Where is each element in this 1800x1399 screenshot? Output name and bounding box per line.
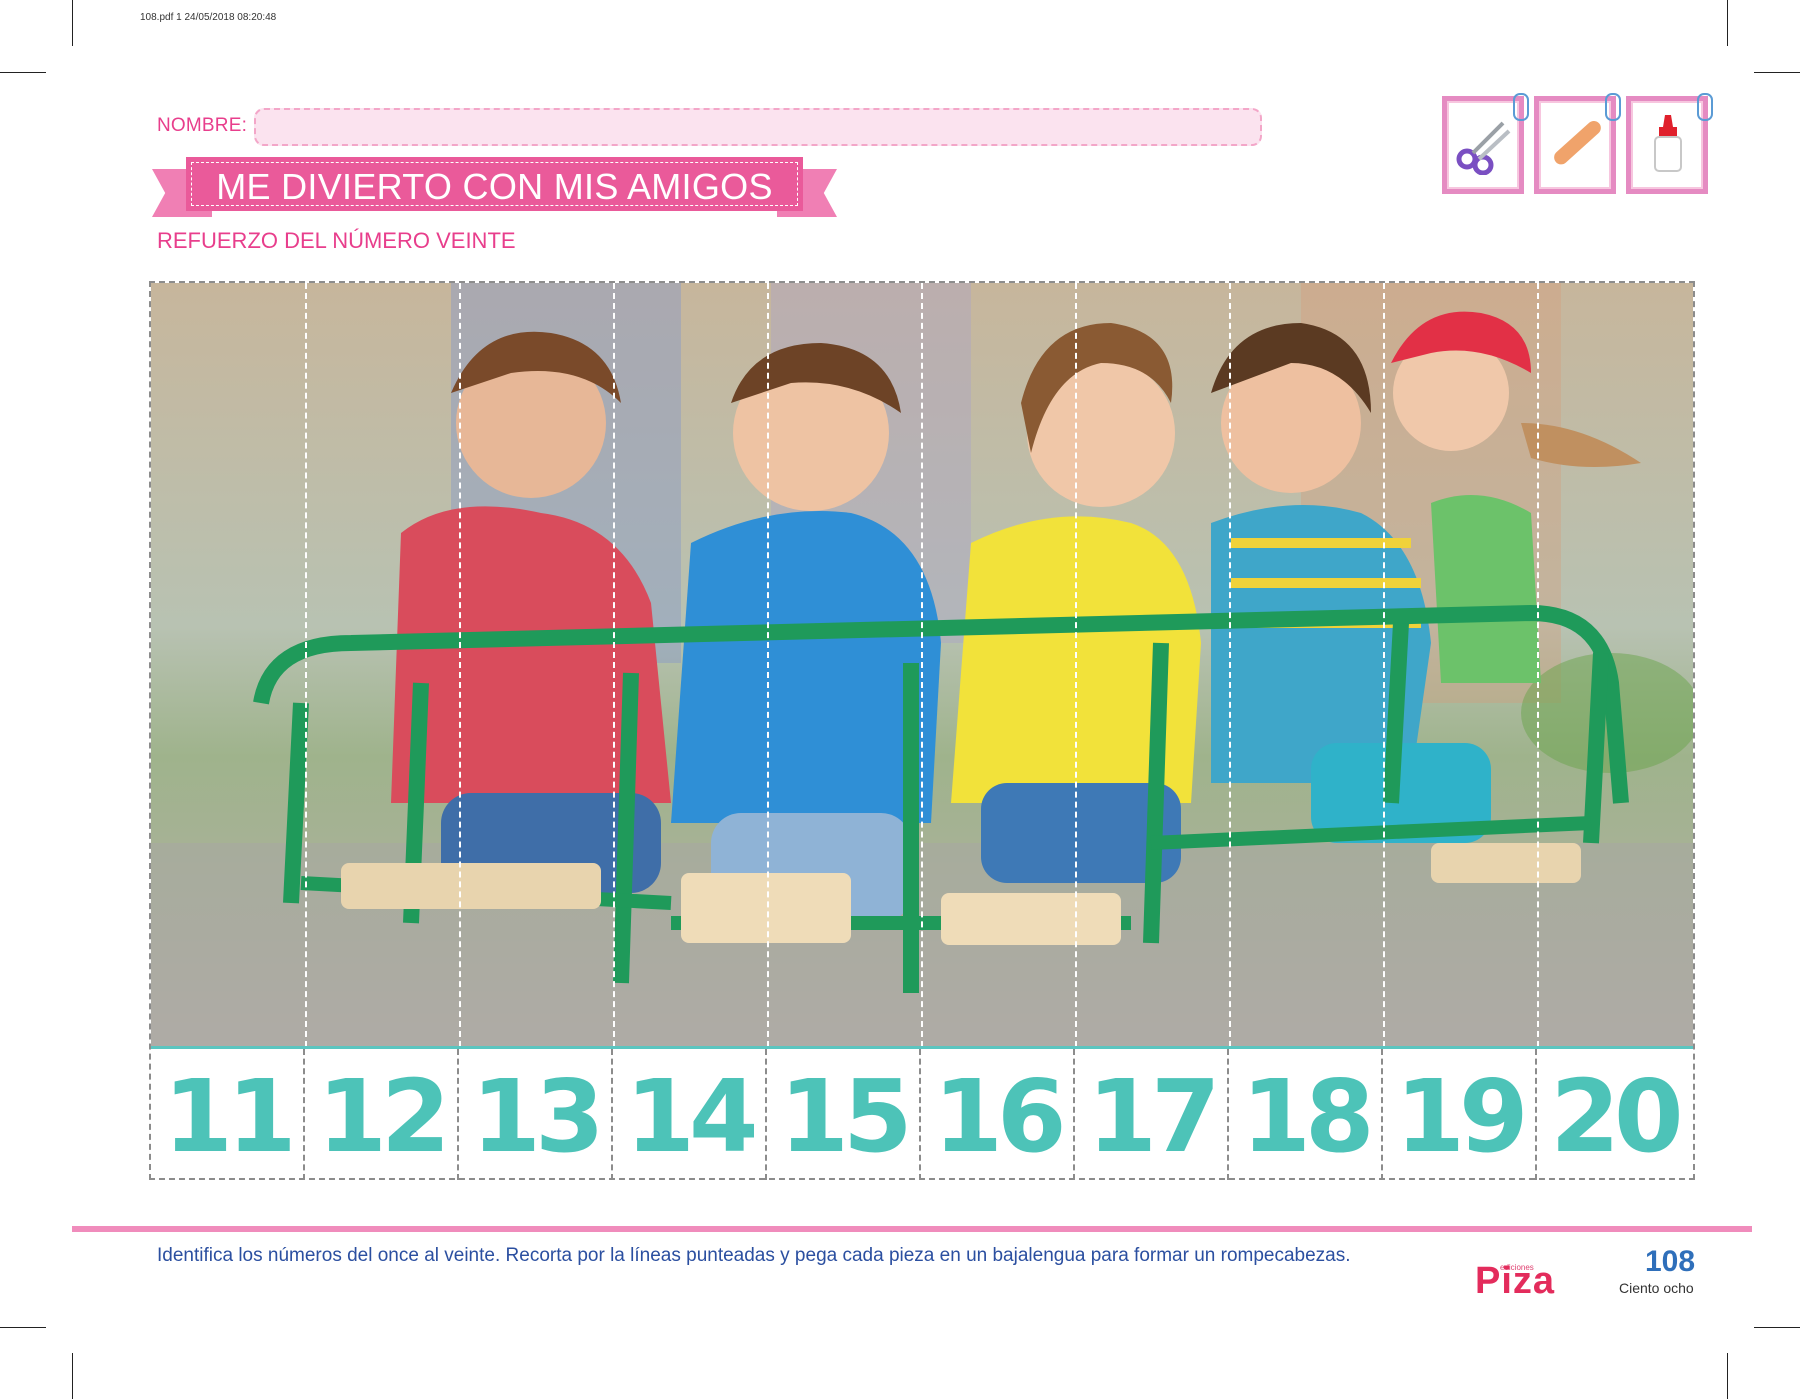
puzzle-piece-number: 20 (1537, 1049, 1691, 1180)
crop-mark (1727, 1353, 1728, 1399)
page-subtitle: REFUERZO DEL NÚMERO VEINTE (157, 228, 516, 253)
ribbon-band: ME DIVIERTO CON MIS AMIGOS (186, 157, 803, 211)
page-number-words: Ciento ocho (1619, 1280, 1694, 1296)
cut-line (1075, 283, 1077, 1047)
number-label: 18 (1241, 1058, 1374, 1175)
publisher-logo: Piza (1475, 1260, 1556, 1302)
puzzle-piece-number: 17 (1075, 1049, 1229, 1180)
number-row: 11 12 13 14 15 16 17 18 19 20 (151, 1049, 1693, 1180)
number-label: 13 (471, 1058, 604, 1175)
cut-line (921, 283, 923, 1047)
tool-card-scissors (1442, 93, 1529, 194)
crop-mark (72, 0, 73, 46)
tool-card-stick (1534, 93, 1621, 194)
tool-card-glue (1626, 93, 1713, 194)
number-label: 15 (779, 1058, 912, 1175)
puzzle-piece-number: 15 (767, 1049, 921, 1180)
puzzle-piece-number: 16 (921, 1049, 1075, 1180)
page-title: ME DIVIERTO CON MIS AMIGOS (216, 166, 773, 207)
title-ribbon: ME DIVIERTO CON MIS AMIGOS (152, 155, 837, 221)
cut-line (613, 283, 615, 1047)
cut-line (305, 283, 307, 1047)
name-label: NOMBRE: (157, 115, 248, 136)
number-label: 14 (625, 1058, 758, 1175)
number-label: 19 (1395, 1058, 1528, 1175)
crop-mark (72, 1353, 73, 1399)
puzzle-piece-number: 18 (1229, 1049, 1383, 1180)
crop-mark (0, 1327, 46, 1328)
puzzle-piece-number: 14 (613, 1049, 767, 1180)
puzzle-piece-number: 13 (459, 1049, 613, 1180)
cut-line (1537, 283, 1539, 1047)
popsicle-stick-icon (1554, 120, 1601, 165)
number-label: 20 (1550, 1058, 1683, 1175)
cut-line (1229, 283, 1231, 1047)
paperclip-icon (1697, 93, 1713, 121)
glue-bottle-icon (1654, 115, 1682, 172)
cut-line (459, 283, 461, 1047)
puzzle-piece-number: 11 (151, 1049, 305, 1180)
crop-mark (1754, 1327, 1800, 1328)
cut-line (767, 283, 769, 1047)
page-number: 108 (1645, 1245, 1696, 1278)
scissors-icon (1456, 121, 1511, 175)
crop-mark (1727, 0, 1728, 46)
puzzle-piece-number: 12 (305, 1049, 459, 1180)
footer-divider (72, 1226, 1752, 1232)
number-label: 12 (317, 1058, 450, 1175)
paperclip-icon (1605, 93, 1621, 121)
number-label: 17 (1087, 1058, 1220, 1175)
cut-line (1383, 283, 1385, 1047)
instruction-text: Identifica los números del once al veint… (157, 1245, 1351, 1266)
name-field[interactable] (254, 108, 1262, 146)
number-label: 11 (163, 1058, 296, 1175)
puzzle-sheet: 11 12 13 14 15 16 17 18 19 20 (149, 281, 1695, 1180)
paperclip-icon (1513, 93, 1529, 121)
crop-mark (0, 72, 46, 73)
puzzle-piece-number: 19 (1383, 1049, 1537, 1180)
print-header: 108.pdf 1 24/05/2018 08:20:48 (140, 12, 277, 23)
number-label: 16 (933, 1058, 1066, 1175)
children-playground-photo (151, 283, 1693, 1047)
crop-mark (1754, 72, 1800, 73)
